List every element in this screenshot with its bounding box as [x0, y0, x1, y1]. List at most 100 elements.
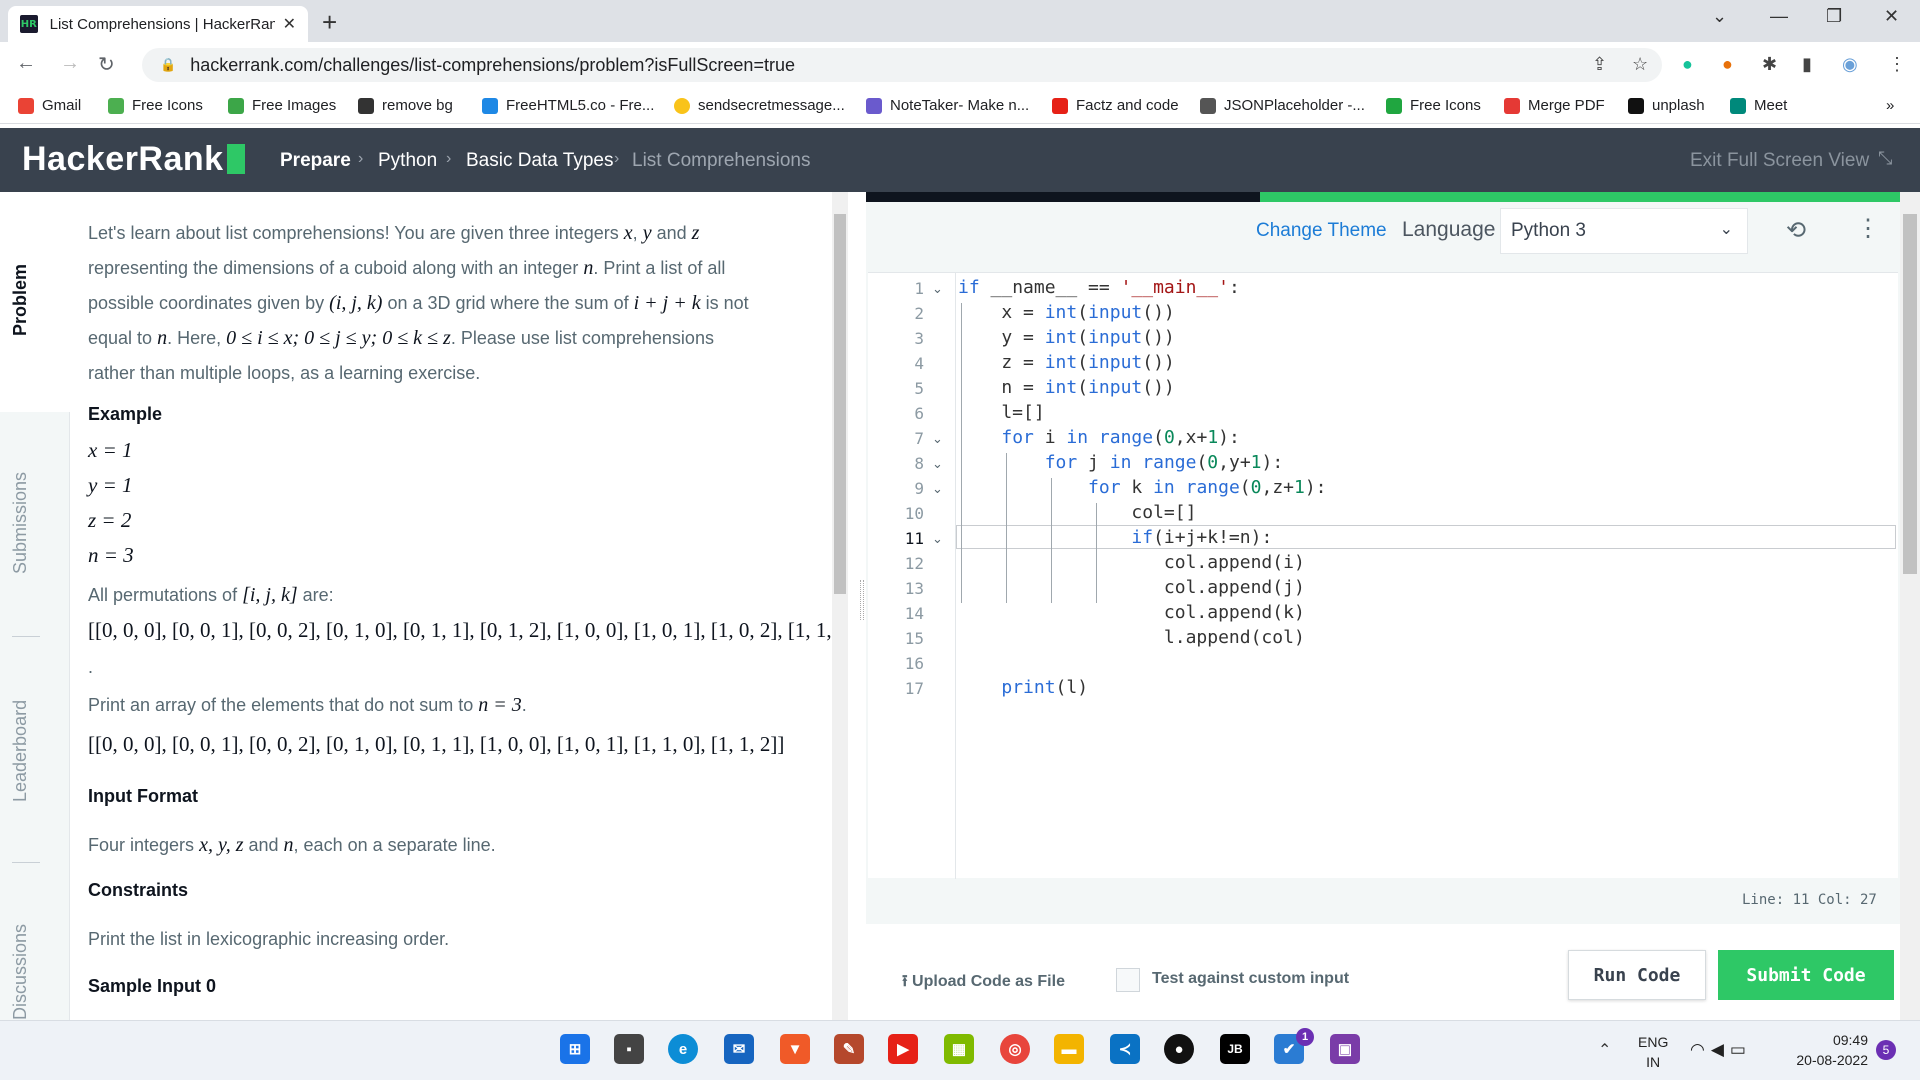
example-z: z = 2 [88, 508, 132, 532]
back-icon[interactable]: ← [16, 52, 36, 75]
share-icon[interactable]: ⇪ [1592, 54, 1607, 75]
fold-chevron-icon[interactable]: ⌄ [932, 431, 943, 447]
new-tab-icon[interactable]: + [322, 7, 337, 38]
custom-input-label[interactable]: Test against custom input [1152, 970, 1349, 988]
logo-block-icon [226, 144, 245, 174]
more-options-icon[interactable]: ⋮ [1856, 214, 1880, 243]
bookmark-item[interactable]: NoteTaker- Make n... [866, 97, 1029, 114]
bookmark-item[interactable]: unplash [1628, 97, 1705, 114]
microsoft-store-icon[interactable]: ▦ [944, 1034, 974, 1064]
grammarly-extension-icon[interactable]: ● [1682, 54, 1693, 75]
problem-scrollbar-thumb[interactable] [834, 214, 846, 594]
tray-status-icons[interactable]: ◠◀▭ [1690, 1040, 1752, 1060]
gutter-divider [955, 273, 956, 879]
result-list: [[0, 0, 0], [0, 0, 1], [0, 0, 2], [0, 1,… [88, 732, 785, 756]
tab-divider [12, 862, 40, 863]
tab-discussions[interactable]: Discussions [10, 924, 31, 1020]
line-number: 3 [914, 329, 924, 348]
side-panel-icon[interactable]: ▮ [1802, 54, 1812, 75]
bookmark-item[interactable]: remove bg [358, 97, 453, 114]
app-launcher-icon[interactable]: ▣ [1330, 1034, 1360, 1064]
hackerrank-logo[interactable]: HackerRank [22, 140, 245, 179]
browser-tab[interactable]: HR List Comprehensions | HackerRank ✕ [8, 6, 308, 42]
line-number: 8 [914, 454, 924, 473]
code-line: n = int(input()) [958, 377, 1175, 398]
bookmark-star-icon[interactable]: ☆ [1632, 54, 1648, 75]
run-code-button[interactable]: Run Code [1568, 950, 1706, 1000]
collapse-icon[interactable]: ⤡ [1878, 148, 1892, 169]
fold-chevron-icon[interactable]: ⌄ [932, 481, 943, 497]
reload-icon[interactable]: ↻ [98, 52, 115, 77]
submit-code-button[interactable]: Submit Code [1718, 950, 1894, 1000]
tab-submissions[interactable]: Submissions [10, 472, 31, 574]
fold-chevron-icon[interactable]: ⌄ [932, 531, 943, 547]
line-number: 5 [914, 379, 924, 398]
language-indicator[interactable]: ENG IN [1638, 1032, 1668, 1072]
upload-code-button[interactable]: ⭱ Upload Code as File [902, 970, 1065, 997]
close-window-icon[interactable]: ✕ [1884, 6, 1899, 27]
brave-browser-icon[interactable]: ▼ [780, 1034, 810, 1064]
profile-avatar-icon[interactable]: ◉ [1842, 54, 1858, 75]
mail-icon[interactable]: ✉ [724, 1034, 754, 1064]
clock[interactable]: 09:49 20-08-2022 [1780, 1030, 1868, 1070]
fold-chevron-icon[interactable]: ⌄ [932, 456, 943, 472]
tab-search-icon[interactable]: ⌄ [1712, 6, 1727, 27]
breadcrumb-prepare[interactable]: Prepare [280, 150, 351, 172]
example-y: y = 1 [88, 473, 133, 497]
edge-browser-icon[interactable]: e [668, 1034, 698, 1064]
tab-problem[interactable]: Problem [10, 264, 31, 336]
chrome-icon[interactable]: ◎ [1000, 1034, 1030, 1064]
extension-icon[interactable]: ● [1722, 54, 1733, 75]
bookmark-icon [1052, 97, 1068, 114]
breadcrumb-python[interactable]: Python [378, 150, 437, 172]
github-icon[interactable]: ● [1164, 1034, 1194, 1064]
bookmark-item[interactable]: Meet [1730, 97, 1787, 114]
youtube-icon[interactable]: ▶ [888, 1034, 918, 1064]
browser-menu-icon[interactable]: ⋮ [1888, 54, 1906, 75]
language-select[interactable]: Python 3 ⌄ [1500, 208, 1748, 254]
bookmark-item[interactable]: Free Icons [1386, 97, 1481, 114]
bookmark-icon [1200, 97, 1216, 114]
page-scrollbar-thumb[interactable] [1903, 214, 1917, 574]
vscode-icon[interactable]: ≺ [1110, 1034, 1140, 1064]
maximize-icon[interactable]: ❐ [1826, 6, 1842, 27]
close-tab-icon[interactable]: ✕ [283, 14, 296, 34]
file-explorer-icon[interactable]: ▬ [1054, 1034, 1084, 1064]
notification-badge[interactable]: 5 [1876, 1040, 1896, 1060]
minimize-icon[interactable]: — [1770, 6, 1788, 27]
forward-icon[interactable]: → [60, 52, 80, 75]
tab-leaderboard[interactable]: Leaderboard [10, 700, 31, 802]
history-icon[interactable]: ⟲ [1786, 216, 1806, 245]
volume-icon: ◀ [1710, 1040, 1730, 1059]
wifi-icon: ◠ [1690, 1040, 1711, 1059]
bookmark-item[interactable]: Free Images [228, 97, 336, 114]
bookmarks-overflow-icon[interactable]: » [1886, 97, 1894, 114]
fold-chevron-icon[interactable]: ⌄ [932, 281, 943, 297]
bookmark-item[interactable]: Free Icons [108, 97, 203, 114]
change-theme-link[interactable]: Change Theme [1256, 220, 1387, 242]
address-bar-row: ← → ↻ 🔒 hackerrank.com/challenges/list-c… [0, 42, 1920, 88]
bookmark-icon [482, 97, 498, 114]
custom-input-checkbox[interactable] [1116, 968, 1140, 992]
intro-line-4: equal to n. Here, 0 ≤ i ≤ x; 0 ≤ j ≤ y; … [88, 327, 714, 349]
example-x: x = 1 [88, 438, 133, 462]
bookmark-item[interactable]: JSONPlaceholder -... [1200, 97, 1365, 114]
url-field[interactable]: 🔒 hackerrank.com/challenges/list-compreh… [142, 48, 1662, 82]
bookmark-item[interactable]: sendsecretmessage... [674, 97, 845, 114]
bookmark-item[interactable]: FreeHTML5.co - Fre... [482, 97, 654, 114]
task-view-icon[interactable]: ▪ [614, 1034, 644, 1064]
code-editor[interactable]: 1 2 3 4 5 6 7 8 9 10 11 12 13 14 15 16 1… [868, 272, 1898, 879]
app-icon[interactable]: ✎ [834, 1034, 864, 1064]
bookmark-item[interactable]: Merge PDF [1504, 97, 1605, 114]
pane-resize-handle[interactable] [860, 580, 864, 620]
breadcrumb-basic-data-types[interactable]: Basic Data Types [466, 150, 614, 172]
jetbrains-icon[interactable]: JB [1220, 1034, 1250, 1064]
extensions-puzzle-icon[interactable]: ✱ [1762, 54, 1777, 75]
bookmark-item[interactable]: Gmail [18, 97, 81, 114]
windows-start-icon[interactable]: ⊞ [560, 1034, 590, 1064]
tray-overflow-icon[interactable]: ⌃ [1598, 1040, 1611, 1060]
bookmark-item[interactable]: Factz and code [1052, 97, 1179, 114]
exit-fullscreen-link[interactable]: Exit Full Screen View [1690, 150, 1869, 172]
bookmark-icon [18, 97, 34, 114]
browser-tab-bar: HR List Comprehensions | HackerRank ✕ + … [0, 0, 1920, 42]
